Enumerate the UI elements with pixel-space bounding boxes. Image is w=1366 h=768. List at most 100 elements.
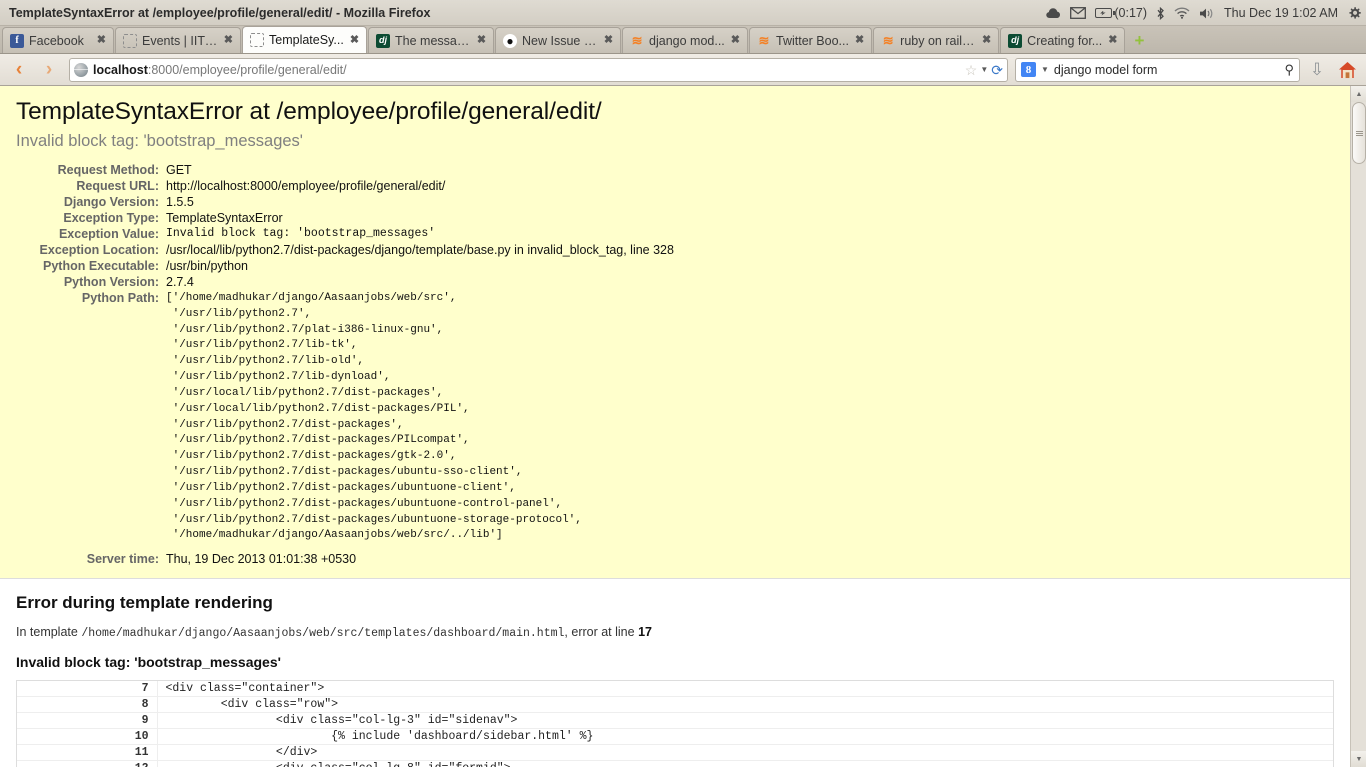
- python-path-entry: ['/home/madhukar/django/Aasaanjobs/web/s…: [166, 292, 457, 304]
- source-line-number: 12: [17, 760, 158, 767]
- error-subtitle: Invalid block tag: 'bootstrap_messages': [16, 132, 303, 150]
- python-path-entry: '/usr/lib/python2.7/dist-packages/ubuntu…: [166, 497, 563, 510]
- bluetooth-icon[interactable]: [1156, 6, 1165, 20]
- close-icon[interactable]: ✖: [476, 35, 487, 46]
- source-line-code: <div class="container">: [165, 682, 325, 696]
- source-line: 12 <div class="col-lg-8" id="formid">: [17, 760, 1333, 767]
- close-icon[interactable]: ✖: [96, 35, 107, 46]
- search-bar[interactable]: 8 ▼ django model form ⚲: [1015, 57, 1300, 82]
- bookmark-star-icon[interactable]: ☆: [965, 63, 978, 77]
- close-icon[interactable]: ✖: [854, 35, 865, 46]
- info-value: GET: [166, 163, 192, 177]
- close-icon[interactable]: ✖: [603, 35, 614, 46]
- new-tab-button[interactable]: +: [1129, 30, 1149, 50]
- server-time-value: Thu, 19 Dec 2013 01:01:38 +0530: [166, 552, 357, 567]
- tab-label: TemplateSy...: [269, 33, 344, 47]
- system-tray: (0:17) Thu Dec 19 1:02 AM: [1046, 0, 1362, 26]
- info-label: Django Version:: [63, 195, 159, 209]
- python-path-row: Python Path: ['/home/madhukar/django/Aasa…: [16, 291, 674, 546]
- blank-favicon-icon: [250, 33, 264, 47]
- info-value: Invalid block tag: 'bootstrap_messages': [166, 227, 436, 240]
- browser-tab[interactable]: dj Creating for... ✖: [1000, 27, 1126, 53]
- template-source-body: 7 <div class="container"> 8 <div class="ro…: [17, 681, 1333, 767]
- scrollbar-thumb[interactable]: [1352, 102, 1366, 164]
- browser-tab[interactable]: TemplateSy... ✖: [242, 26, 368, 53]
- python-path-entry: '/usr/lib/python2.7/dist-packages',: [166, 418, 404, 431]
- back-button[interactable]: ‹: [6, 57, 32, 83]
- info-label: Request URL:: [76, 179, 159, 193]
- battery-icon[interactable]: (0:17): [1095, 7, 1147, 20]
- scroll-up-arrow[interactable]: ▲: [1351, 86, 1366, 102]
- cloud-icon-svg: [1046, 8, 1061, 18]
- downloads-button[interactable]: ⇩: [1304, 57, 1330, 83]
- window-title: TemplateSyntaxError at /employee/profile…: [9, 5, 431, 20]
- forward-button[interactable]: ›: [36, 57, 62, 83]
- python-path-entry: '/home/madhukar/django/Aasaanjobs/web/sr…: [166, 529, 503, 542]
- scroll-down-arrow[interactable]: ▼: [1351, 751, 1366, 767]
- home-button[interactable]: [1334, 57, 1360, 83]
- chevron-down-icon[interactable]: ▼: [1041, 65, 1049, 74]
- reload-icon[interactable]: ⟳: [991, 63, 1003, 77]
- tab-label: Facebook: [29, 33, 84, 48]
- search-input[interactable]: django model form: [1054, 63, 1280, 77]
- python-path-entry: '/usr/lib/python2.7/lib-tk',: [166, 339, 358, 352]
- ubuntu-one-cloud-icon[interactable]: [1046, 7, 1061, 19]
- close-icon[interactable]: ✖: [349, 34, 360, 46]
- python-path-entry: '/usr/lib/python2.7',: [166, 307, 312, 320]
- browser-tab[interactable]: ● New Issue · ... ✖: [495, 27, 622, 53]
- gear-icon[interactable]: [1347, 6, 1362, 21]
- volume-icon[interactable]: [1199, 7, 1215, 20]
- info-row: Request URL: http://localhost:8000/employ…: [16, 179, 674, 195]
- python-path-entry: '/usr/local/lib/python2.7/dist-packages'…: [166, 386, 444, 399]
- source-line-number: 7: [17, 681, 158, 697]
- envelope-icon-svg: [1070, 7, 1087, 19]
- clock-datetime[interactable]: Thu Dec 19 1:02 AM: [1224, 6, 1338, 20]
- python-path-entry: '/usr/lib/python2.7/dist-packages/PILcom…: [166, 434, 470, 447]
- source-line-code: <div class="col-lg-8" id="formid">: [157, 761, 1333, 767]
- python-path-entry: '/usr/lib/python2.7/dist-packages/gtk-2.…: [166, 450, 457, 463]
- search-icon[interactable]: ⚲: [1284, 62, 1294, 78]
- chevron-down-icon[interactable]: ▼: [980, 65, 988, 74]
- error-summary-panel: TemplateSyntaxError at /employee/profile…: [0, 86, 1350, 580]
- browser-tab[interactable]: ≋ ruby on rails... ✖: [873, 27, 1000, 53]
- source-line: 9 <div class="col-lg-3" id="sidenav">: [17, 712, 1333, 729]
- scrollbar-grip: [1355, 130, 1363, 136]
- wifi-icon[interactable]: [1174, 7, 1190, 19]
- close-icon[interactable]: ✖: [223, 35, 234, 46]
- blank-favicon-icon: [123, 33, 137, 48]
- google-search-engine-icon[interactable]: 8: [1021, 62, 1036, 77]
- source-line: 8 <div class="row">: [17, 696, 1333, 713]
- browser-tab[interactable]: ≋ django mod... ✖: [622, 27, 748, 53]
- info-value: TemplateSyntaxError: [166, 211, 283, 225]
- source-line-number: 8: [17, 696, 158, 713]
- info-value: 2.7.4: [166, 275, 194, 289]
- url-path: :8000/employee/profile/general/edit/: [147, 62, 347, 77]
- info-row: Python Version: 2.7.4: [16, 275, 674, 291]
- close-icon[interactable]: ✖: [1107, 35, 1118, 46]
- request-info-body: Request Method: GET Request URL: http://loc…: [16, 163, 674, 568]
- browser-tab[interactable]: f Facebook ✖: [2, 27, 114, 53]
- info-label: Python Executable:: [43, 259, 159, 273]
- info-value: /usr/bin/python: [166, 259, 248, 273]
- info-row: Exception Value: Invalid block tag: 'boot…: [16, 227, 674, 243]
- template-path: /home/madhukar/django/Aasaanjobs/web/src…: [81, 627, 565, 641]
- source-line: 11 </div>: [17, 744, 1333, 761]
- python-path-label: Python Path:: [81, 291, 159, 305]
- in-template-prefix: In template: [16, 625, 82, 640]
- browser-tab[interactable]: dj The messag... ✖: [368, 27, 495, 53]
- browser-tab[interactable]: ≋ Twitter Boo... ✖: [749, 27, 873, 53]
- info-value: 1.5.5: [166, 195, 194, 209]
- source-line: 7 <div class="container">: [17, 681, 1333, 697]
- browser-tab[interactable]: Events | IIT B... ✖: [115, 27, 241, 53]
- close-icon[interactable]: ✖: [981, 35, 992, 46]
- close-icon[interactable]: ✖: [730, 35, 741, 46]
- page-scrollbar[interactable]: ▲ ▼: [1350, 86, 1366, 767]
- info-row: Python Executable: /usr/bin/python: [16, 259, 674, 275]
- url-bar[interactable]: localhost:8000/employee/profile/general/…: [69, 57, 1008, 82]
- url-host: localhost: [93, 62, 148, 77]
- source-line-number: 9: [17, 712, 158, 729]
- mail-envelope-icon[interactable]: [1070, 7, 1087, 19]
- source-line-code: {% include 'dashboard/sidebar.html' %}: [165, 730, 594, 744]
- template-section-heading: Error during template rendering: [16, 593, 273, 613]
- info-row: Request Method: GET: [16, 163, 674, 179]
